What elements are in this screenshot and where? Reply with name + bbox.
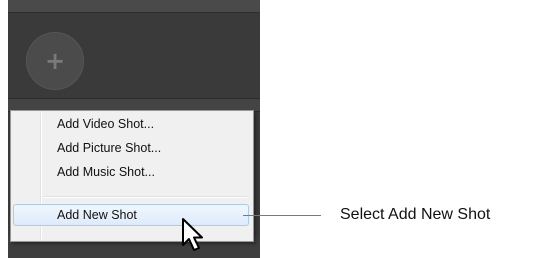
menu-item-add-music-shot[interactable]: Add Music Shot...: [13, 161, 249, 183]
menu-separator: [43, 196, 247, 198]
menu-item-add-new-shot[interactable]: Add New Shot: [13, 204, 249, 226]
menu-item-add-video-shot[interactable]: Add Video Shot...: [13, 113, 249, 135]
add-shot-button[interactable]: +: [26, 32, 84, 90]
callout-leader-line: [243, 215, 321, 216]
mouse-pointer-icon: [182, 218, 203, 251]
screenshot-stage: + Add Video Shot... Add Picture Shot... …: [0, 0, 553, 258]
plus-icon: +: [44, 47, 66, 75]
context-menu: Add Video Shot... Add Picture Shot... Ad…: [10, 110, 254, 242]
top-bar: [8, 0, 260, 13]
callout-text: Select Add New Shot: [340, 206, 491, 223]
menu-item-add-picture-shot[interactable]: Add Picture Shot...: [13, 137, 249, 159]
